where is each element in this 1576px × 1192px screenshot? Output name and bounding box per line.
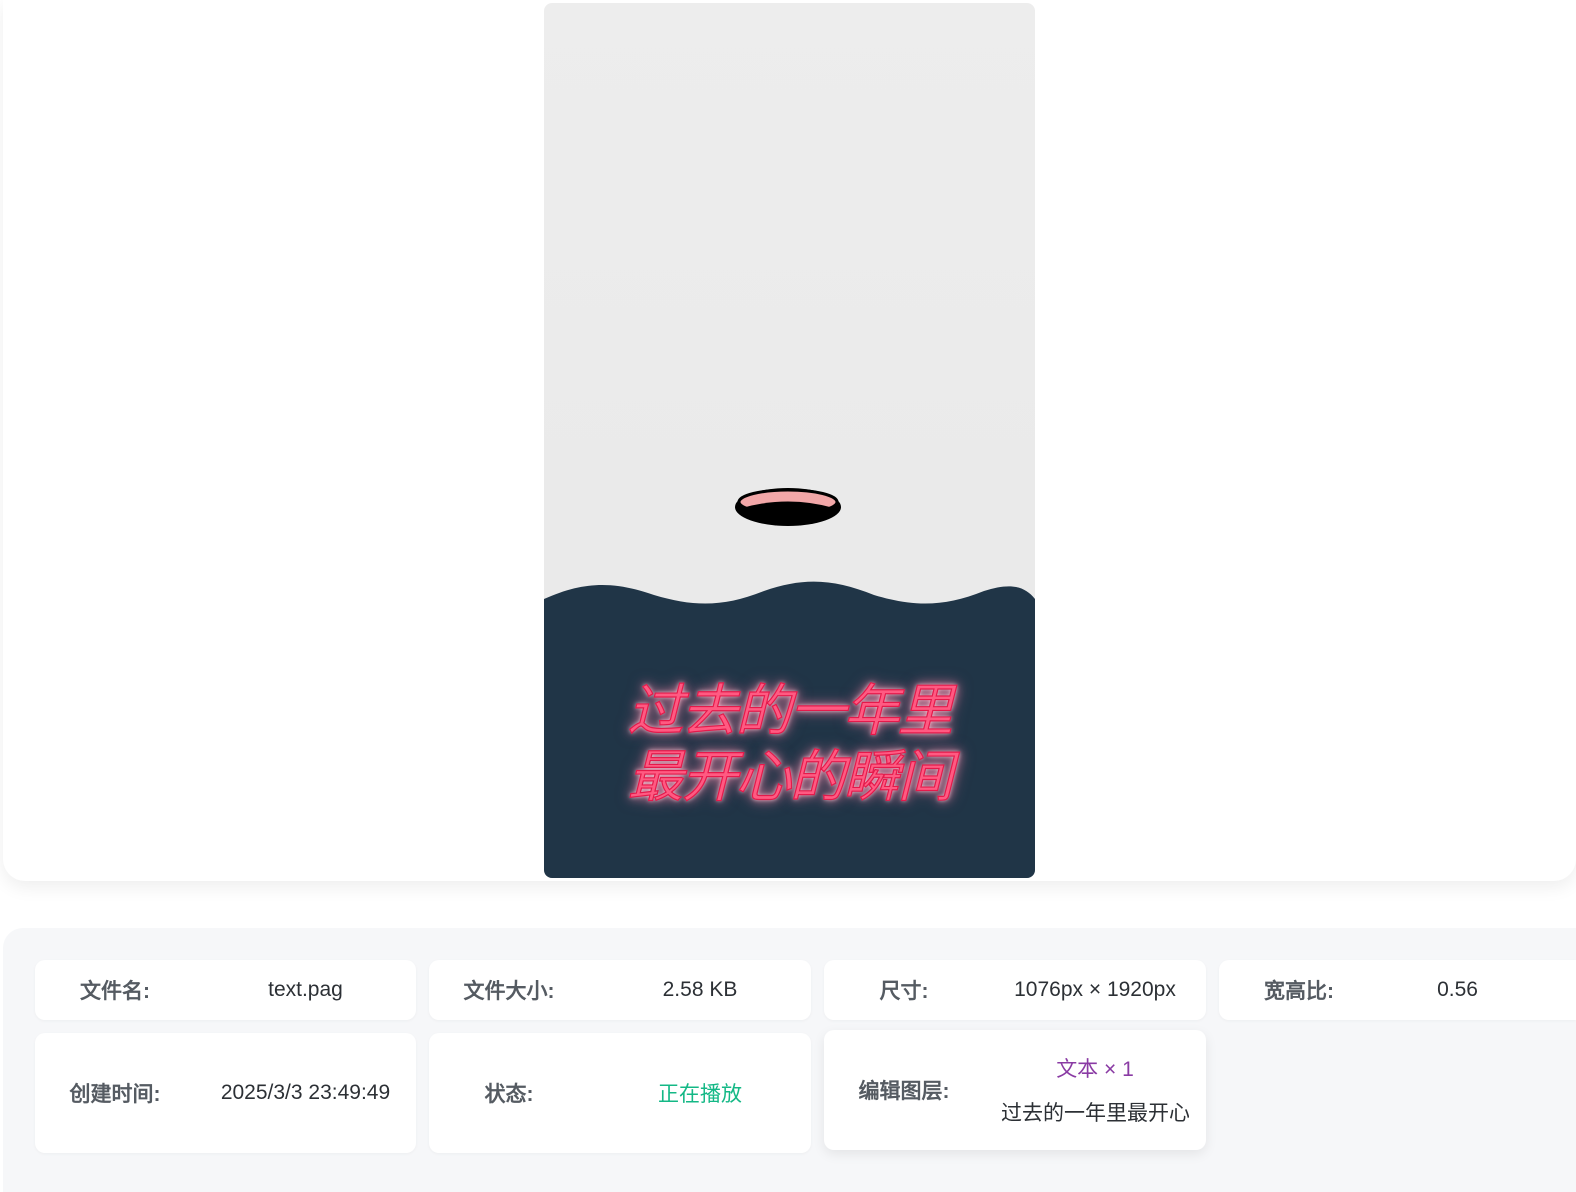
dimensions-value: 1076px × 1920px — [1014, 978, 1176, 1001]
headline-line-1: 过去的一年里 — [627, 678, 954, 744]
layers-list: 文本 × 1 过去的一年里最开心的瞬间 — [984, 1053, 1206, 1127]
headline-text: 过去的一年里 最开心的瞬间 — [544, 678, 1035, 811]
dimensions-label: 尺寸: — [879, 980, 929, 1003]
layer-text-item[interactable]: 过去的一年里最开心的瞬间 — [1001, 1097, 1189, 1127]
filename-value: text.pag — [268, 978, 343, 1001]
animation-canvas[interactable]: 过去的一年里 最开心的瞬间 — [544, 3, 1035, 878]
filesize-label: 文件大小: — [463, 980, 555, 1003]
dimensions-card: 尺寸: 1076px × 1920px — [824, 960, 1206, 1020]
status-card: 状态: 正在播放 — [429, 1033, 811, 1153]
hole-graphic — [735, 488, 841, 526]
ratio-value: 0.56 — [1437, 978, 1478, 1001]
layer-count: 文本 × 1 — [1056, 1058, 1134, 1081]
layers-label: 编辑图层: — [858, 1080, 950, 1103]
filesize-card: 文件大小: 2.58 KB — [429, 960, 811, 1020]
filename-label: 文件名: — [80, 980, 150, 1003]
headline-line-2: 最开心的瞬间 — [627, 744, 954, 810]
filename-card: 文件名: text.pag — [35, 960, 416, 1020]
status-label: 状态: — [484, 1083, 534, 1106]
ratio-card: 宽高比: 0.56 — [1219, 960, 1576, 1020]
preview-panel: 过去的一年里 最开心的瞬间 — [3, 0, 1576, 881]
layers-card: 编辑图层: 文本 × 1 过去的一年里最开心的瞬间 — [824, 1030, 1206, 1150]
created-label: 创建时间: — [69, 1083, 161, 1106]
created-value: 2025/3/3 23:49:49 — [220, 1081, 391, 1104]
created-card: 创建时间: 2025/3/3 23:49:49 — [35, 1033, 416, 1153]
filesize-value: 2.58 KB — [662, 978, 738, 1001]
file-info-panel: 文件名: text.pag 文件大小: 2.58 KB 尺寸: 1076px ×… — [3, 928, 1576, 1192]
status-value: 正在播放 — [658, 1083, 742, 1106]
ratio-label: 宽高比: — [1264, 980, 1334, 1003]
